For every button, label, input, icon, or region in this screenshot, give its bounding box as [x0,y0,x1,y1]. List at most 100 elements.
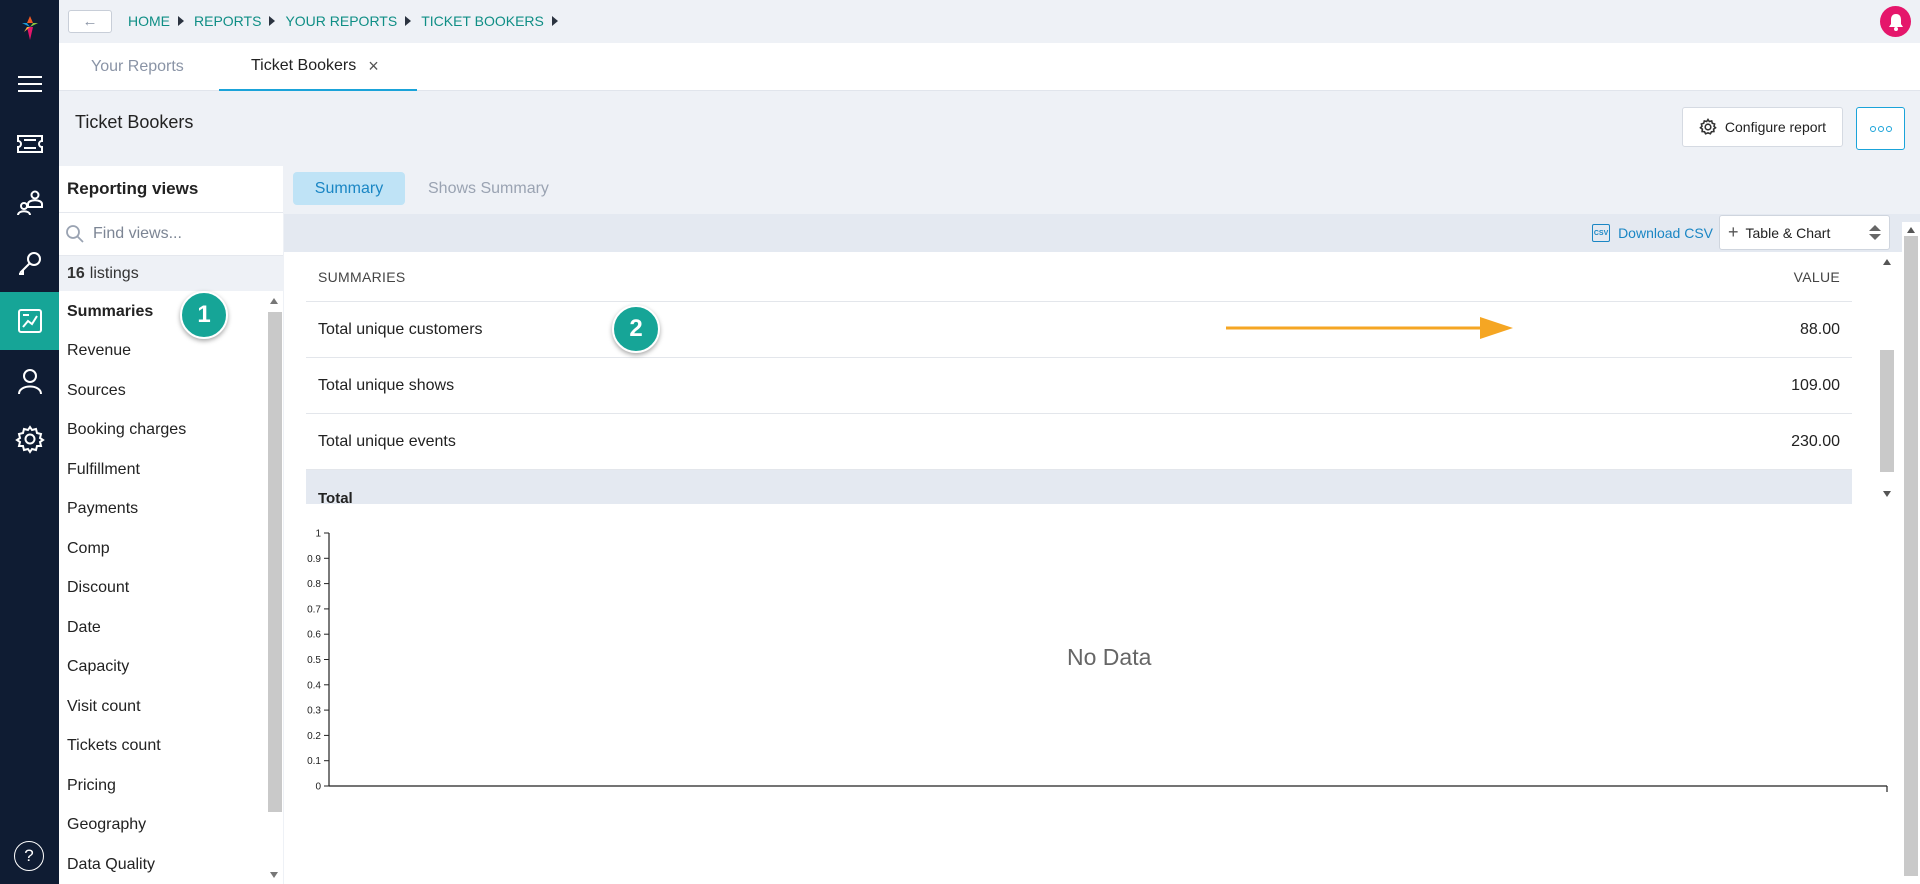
breadcrumb-separator-icon [405,16,412,26]
breadcrumb-your-reports[interactable]: YOUR REPORTS [285,13,397,29]
more-dot-icon [1869,125,1876,132]
view-item[interactable]: Sources [59,371,265,411]
view-item[interactable]: Pricing [59,766,265,806]
table-scrollbar[interactable] [1878,252,1896,504]
app-sidebar: ? [0,0,59,884]
breadcrumb-reports[interactable]: REPORTS [194,13,261,29]
help-icon[interactable]: ? [14,841,44,871]
subtab-summary[interactable]: Summary [293,172,405,205]
table-row: Total unique events 230.00 [306,414,1852,470]
tab-your-reports[interactable]: Your Reports [91,43,184,91]
annotation-badge-2: 2 [612,305,660,353]
display-mode-value: Table & Chart [1745,224,1831,241]
page-scrollbar[interactable] [1902,222,1920,884]
gear-icon [1699,118,1717,135]
view-item[interactable]: Geography [59,806,265,846]
tab-label: Ticket Bookers [251,57,357,74]
chart-y-tick-label: 0.5 [307,655,321,666]
view-item[interactable]: Revenue [59,332,265,372]
view-item[interactable]: Discount [59,569,265,609]
scroll-thumb[interactable] [1880,350,1894,472]
views-list: Summaries Revenue Sources Booking charges Fu… [59,292,265,884]
customers-icon[interactable] [0,174,59,232]
display-mode-select[interactable]: + Table & Chart [1719,215,1890,250]
page-title: Ticket Bookers [75,112,194,132]
notifications-button[interactable] [1880,6,1911,37]
more-dot-icon [1877,125,1884,132]
chart-y-tick-label: 0.6 [307,630,321,641]
row-value: 109.00 [1791,376,1840,394]
breadcrumb-ticket-bookers[interactable]: TICKET BOOKERS [421,13,544,29]
breadcrumb-separator-icon [269,16,276,26]
arrow-left-icon: ← [82,13,98,30]
view-item[interactable]: Comp [59,529,265,569]
view-item[interactable]: Payments [59,490,265,530]
chart-y-tick-label: 0 [315,782,321,793]
chart-y-tick-label: 0.9 [307,554,321,565]
search-icon [66,225,84,243]
download-csv-link[interactable]: CSV Download CSV [1592,224,1713,242]
view-item[interactable]: Summaries [59,292,265,332]
scroll-thumb[interactable] [268,312,282,812]
report-toolbar: CSV Download CSV + Table & Chart [284,214,1920,252]
back-button[interactable]: ← [68,10,112,33]
view-item[interactable]: Date [59,608,265,648]
table-footer: Total [306,470,1852,504]
views-scrollbar[interactable] [265,292,283,884]
breadcrumb-home[interactable]: HOME [128,13,170,29]
row-label: Total unique customers [318,320,483,338]
view-item[interactable]: Visit count [59,687,265,727]
view-item[interactable]: Booking charges [59,411,265,451]
ticket-icon[interactable] [0,115,59,173]
listings-count: 16 listings [59,256,283,291]
scroll-up-icon[interactable] [270,298,278,304]
chart-y-tick-label: 0.1 [307,756,321,767]
configure-report-button[interactable]: Configure report [1682,107,1843,147]
view-item[interactable]: Tickets count [59,727,265,767]
menu-icon[interactable] [0,55,59,113]
chart-y-tick-label: 0.2 [307,731,321,742]
view-item[interactable]: Data Quality [59,845,265,884]
subtab-shows-summary[interactable]: Shows Summary [428,172,549,205]
chart-y-tick-label: 0.3 [307,706,321,717]
plus-icon: + [1728,222,1739,242]
bell-icon [1888,13,1903,31]
scroll-thumb[interactable] [1904,236,1918,876]
chart-y-tick-label: 1 [315,529,321,540]
view-item[interactable]: Capacity [59,648,265,688]
views-search [59,212,283,256]
find-views-input[interactable] [93,225,273,243]
column-header-summaries[interactable]: SUMMARIES [318,269,406,285]
table-row: Total unique shows 109.00 [306,358,1852,414]
breadcrumb-separator-icon [551,16,558,26]
tab-ticket-bookers[interactable]: Ticket Bookers × [219,43,417,91]
scroll-up-icon[interactable] [1883,259,1891,265]
configure-report-label: Configure report [1724,119,1827,135]
scroll-down-icon[interactable] [270,872,278,878]
more-options-button[interactable] [1856,107,1905,150]
scroll-down-icon[interactable] [1883,491,1891,497]
no-data-message: No Data [1067,644,1152,670]
reports-icon[interactable] [0,292,59,350]
tools-icon[interactable] [0,234,59,292]
sort-arrows-icon [1869,225,1881,240]
profile-icon[interactable] [0,352,59,410]
close-icon[interactable]: × [368,56,379,77]
listings-label: listings [89,264,139,282]
scroll-up-icon[interactable] [1907,227,1915,233]
reporting-views-panel: Reporting views 16listings SummariesReve… [59,166,283,884]
settings-icon[interactable] [0,410,59,468]
more-dot-icon [1885,125,1892,132]
chart-y-tick-label: 0.7 [307,604,321,615]
table-header: SUMMARIES VALUE [306,252,1852,302]
reporting-views-title: Reporting views [67,179,199,198]
chart-y-tick-label: 0.8 [307,579,321,590]
listings-number: 16 [67,264,85,282]
column-header-value[interactable]: VALUE [1794,269,1840,285]
app-logo-icon[interactable] [18,14,42,42]
row-value: 230.00 [1791,432,1840,450]
row-label: Total unique events [318,432,456,450]
row-value: 88.00 [1799,320,1840,338]
tab-label: Your Reports [91,58,184,75]
view-item[interactable]: Fulfillment [59,450,265,490]
